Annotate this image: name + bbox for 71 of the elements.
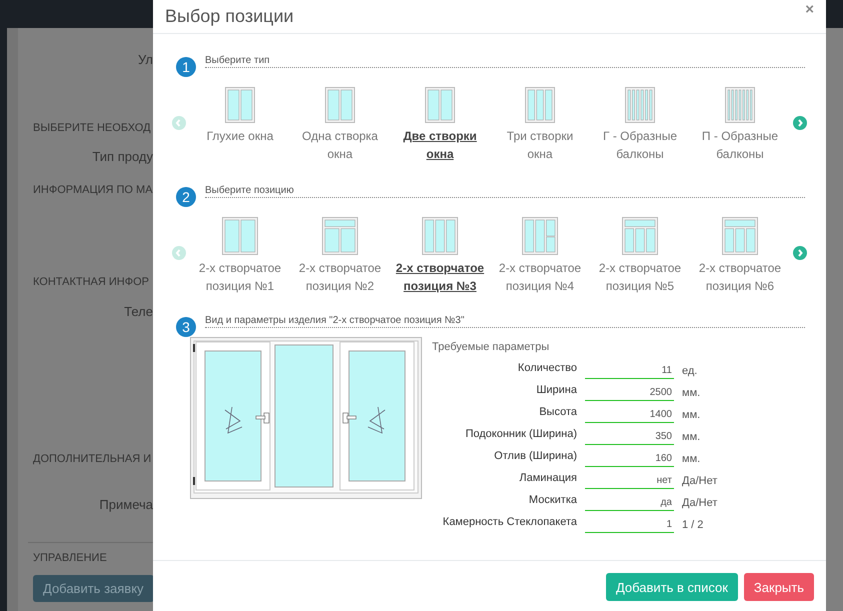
option-item[interactable]: Одна створка окна <box>290 87 390 163</box>
input-field[interactable]: 1 <box>585 517 674 533</box>
step-label: Выберите позицию <box>205 185 805 198</box>
window-icon <box>722 217 758 255</box>
option-item[interactable]: Глухие окна <box>190 87 290 163</box>
section-heading: КОНТАКТНАЯ ИНФОР <box>32 275 149 290</box>
input-field[interactable]: да <box>585 495 674 511</box>
field-label: Ул <box>137 52 153 68</box>
step-label: Выберите тип <box>205 55 805 68</box>
unit-label: мм. <box>682 431 700 445</box>
param-label: Москитка <box>528 494 577 508</box>
next-button[interactable] <box>793 116 807 130</box>
window-icon <box>322 217 358 255</box>
field-label: Тип проду <box>91 149 153 165</box>
input-field[interactable]: 350 <box>585 429 674 445</box>
step-label: Вид и параметры изделия "2-х створчатое позиция №3" <box>205 315 805 328</box>
unit-label: 1 / 2 <box>682 519 704 533</box>
section-heading: ДОПОЛНИТЕЛЬНАЯ И <box>32 452 152 467</box>
option-item[interactable]: П - Образные балконы <box>690 87 790 163</box>
option-item[interactable]: 2-х створчатое позиция №1 <box>190 217 290 295</box>
window-icon <box>522 217 558 255</box>
param-label: Ламинация <box>518 472 577 486</box>
close-button[interactable]: × <box>805 1 814 18</box>
option-item[interactable]: 2-х створчатое позиция №2 <box>290 217 390 295</box>
param-label: Подоконник (Ширина) <box>464 428 577 442</box>
unit-label: ед. <box>682 365 698 379</box>
window-icon <box>525 87 555 123</box>
window-icon <box>425 87 455 123</box>
param-label: Количество <box>516 362 577 376</box>
param-label: Ширина <box>535 384 577 398</box>
input-field[interactable]: 2500 <box>585 385 674 401</box>
window-icon <box>222 217 258 255</box>
option-item[interactable]: Г - Образные балконы <box>590 87 690 163</box>
field-label: Теле <box>123 304 153 320</box>
add-to-list-button[interactable]: Добавить в список <box>606 573 738 601</box>
next-button[interactable] <box>793 246 807 260</box>
option-item[interactable]: 2-х створчатое позиция №3 <box>390 217 490 295</box>
close-dialog-button[interactable]: Закрыть <box>744 573 814 601</box>
window-icon <box>622 217 658 255</box>
modal-title: Выбор позиции <box>165 6 294 27</box>
add-request-button[interactable]: Добавить заявку <box>33 575 154 602</box>
step-number: 1 <box>176 57 196 77</box>
section-heading: ВЫБЕРИТЕ НЕОБХОД <box>32 121 151 136</box>
unit-label: мм. <box>682 409 700 423</box>
window-icon <box>725 87 755 123</box>
option-item[interactable]: Две створки окна <box>390 87 490 163</box>
input-field[interactable]: нет <box>585 473 674 489</box>
window-icon <box>422 217 458 255</box>
param-label: Камерность Стеклопакета <box>442 516 577 530</box>
param-label: Высота <box>538 406 577 420</box>
window-icon <box>625 87 655 123</box>
section-heading: УПРАВЛЕНИЕ <box>32 551 107 566</box>
input-field[interactable]: 160 <box>585 451 674 467</box>
step-number: 3 <box>176 317 196 337</box>
input-field[interactable]: 11 <box>585 363 674 379</box>
field-label: Примеча <box>98 497 153 513</box>
section-heading: ИНФОРМАЦИЯ ПО МА <box>32 183 153 198</box>
window-icon <box>325 87 355 123</box>
option-item[interactable]: Три створки окна <box>490 87 590 163</box>
params-title: Требуемые параметры <box>432 341 550 353</box>
param-label: Отлив (Ширина) <box>493 450 577 464</box>
option-item[interactable]: 2-х створчатое позиция №5 <box>590 217 690 295</box>
window-icon <box>225 87 255 123</box>
unit-label: мм. <box>682 387 700 401</box>
unit-label: Да/Нет <box>682 475 718 489</box>
step-number: 2 <box>176 187 196 207</box>
unit-label: Да/Нет <box>682 497 718 511</box>
option-item[interactable]: 2-х створчатое позиция №6 <box>690 217 790 295</box>
unit-label: мм. <box>682 453 700 467</box>
option-item[interactable]: 2-х створчатое позиция №4 <box>490 217 590 295</box>
input-field[interactable]: 1400 <box>585 407 674 423</box>
